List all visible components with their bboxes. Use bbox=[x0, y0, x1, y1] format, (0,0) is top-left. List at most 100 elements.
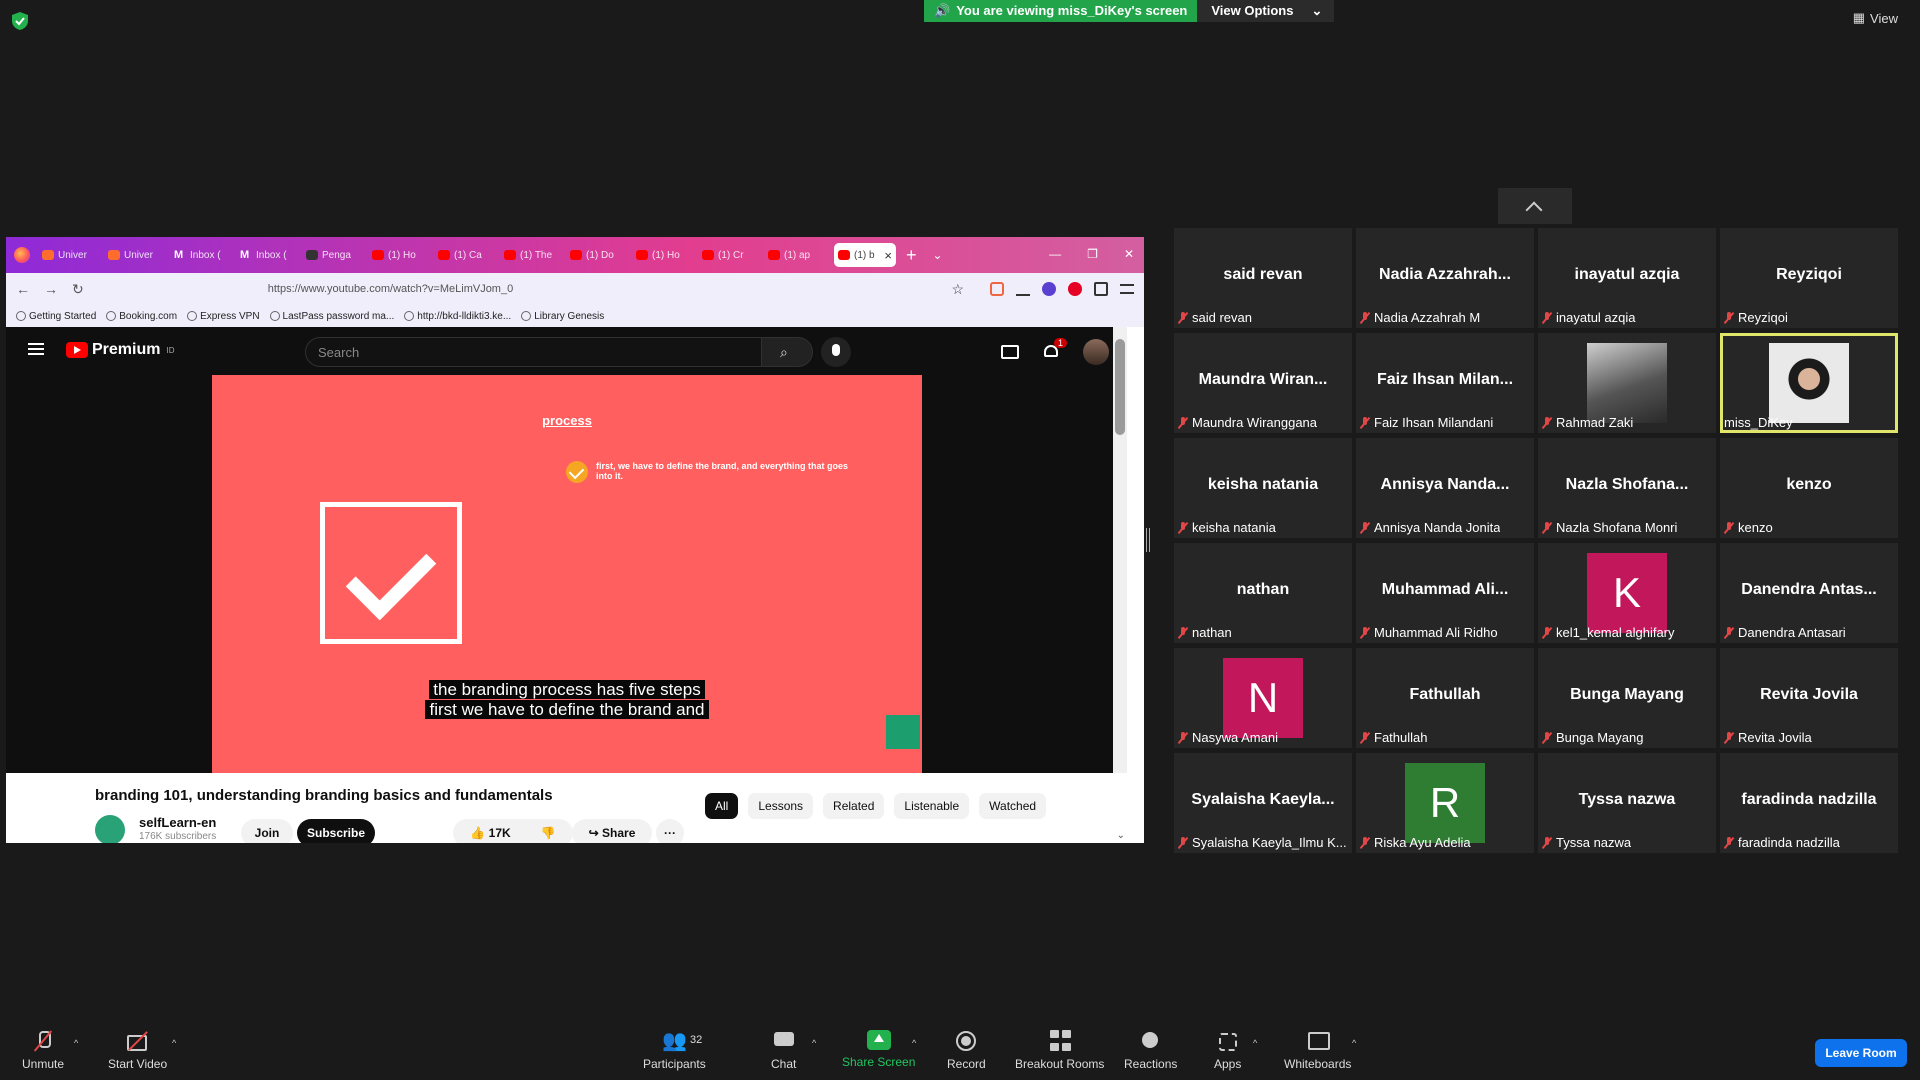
filter-chip[interactable]: Listenable bbox=[894, 793, 970, 819]
apps-options-caret-icon[interactable]: ^ bbox=[1253, 1038, 1257, 1048]
pocket-icon[interactable] bbox=[990, 282, 1004, 296]
chat-button[interactable]: Chat bbox=[771, 1030, 796, 1071]
participant-tile[interactable]: keisha natania keisha natania bbox=[1174, 438, 1352, 538]
close-tab-icon[interactable]: × bbox=[884, 248, 896, 263]
browser-tab[interactable]: Univer bbox=[38, 243, 104, 267]
channel-name[interactable]: selfLearn-en bbox=[139, 815, 216, 830]
notifications-bell-icon[interactable]: 1 bbox=[1043, 338, 1067, 360]
extensions-icon[interactable] bbox=[1094, 282, 1108, 296]
bookmark-item[interactable]: LastPass password ma... bbox=[269, 311, 394, 322]
browser-tab[interactable]: (1) Ho bbox=[632, 243, 698, 267]
page-scrollbar[interactable] bbox=[1113, 327, 1127, 843]
browser-tab[interactable]: (1) ap bbox=[764, 243, 830, 267]
participant-tile[interactable]: N Nasywa Amani bbox=[1174, 648, 1352, 748]
back-icon[interactable]: ← bbox=[16, 281, 30, 297]
like-count[interactable]: 👍 17K bbox=[470, 826, 510, 840]
reactions-button[interactable]: Reactions bbox=[1124, 1030, 1177, 1071]
share-options-caret-icon[interactable]: ^ bbox=[912, 1038, 916, 1048]
thumbs-down-icon[interactable]: 👎 bbox=[541, 826, 556, 840]
participant-tile[interactable]: inayatul azqia inayatul azqia bbox=[1538, 228, 1716, 328]
browser-tab[interactable]: Univer bbox=[104, 243, 170, 267]
download-icon[interactable] bbox=[1016, 282, 1030, 296]
filter-chip[interactable]: All bbox=[705, 793, 739, 819]
participant-tile[interactable]: Annisya Nanda... Annisya Nanda Jonita bbox=[1356, 438, 1534, 538]
filter-chip[interactable]: Watched bbox=[979, 793, 1047, 819]
close-window-icon[interactable]: ✕ bbox=[1124, 247, 1134, 261]
share-screen-button[interactable]: Share Screen bbox=[842, 1030, 915, 1069]
browser-tab[interactable]: M Inbox ( bbox=[170, 243, 236, 267]
participant-tile[interactable]: nathan nathan bbox=[1174, 543, 1352, 643]
more-actions-button[interactable]: ··· bbox=[656, 819, 684, 843]
browser-tab[interactable]: M Inbox ( bbox=[236, 243, 302, 267]
participant-tile[interactable]: Muhammad Ali... Muhammad Ali Ridho bbox=[1356, 543, 1534, 643]
breakout-rooms-button[interactable]: Breakout Rooms bbox=[1015, 1030, 1104, 1071]
bookmark-item[interactable]: Booking.com bbox=[106, 311, 177, 322]
security-shield-icon[interactable] bbox=[12, 12, 28, 30]
participant-tile[interactable]: R Riska Ayu Adelia bbox=[1356, 753, 1534, 853]
voice-search-icon[interactable] bbox=[821, 337, 851, 367]
participant-tile[interactable]: miss_DiKey bbox=[1720, 333, 1898, 433]
browser-tab[interactable]: (1) Do bbox=[566, 243, 632, 267]
participant-tile[interactable]: Syalaisha Kaeyla... Syalaisha Kaeyla_Ilmu… bbox=[1174, 753, 1352, 853]
bookmark-item[interactable]: Getting Started bbox=[16, 311, 96, 322]
profile-d-icon[interactable] bbox=[1042, 282, 1056, 296]
browser-tab[interactable]: (1) Ca bbox=[434, 243, 500, 267]
view-options-button[interactable]: View Options ⌄ bbox=[1197, 0, 1335, 22]
participant-tile[interactable]: Fathullah Fathullah bbox=[1356, 648, 1534, 748]
browser-tab-active[interactable]: (1) b × bbox=[834, 243, 896, 267]
participant-tile[interactable]: faradinda nadzilla faradinda nadzilla bbox=[1720, 753, 1898, 853]
bookmark-item[interactable]: http://bkd-lldikti3.ke... bbox=[404, 311, 511, 322]
browser-tab[interactable]: (1) Ho bbox=[368, 243, 434, 267]
new-tab-icon[interactable]: + bbox=[906, 245, 917, 266]
participant-tile[interactable]: Faiz Ihsan Milan... Faiz Ihsan Milandani bbox=[1356, 333, 1534, 433]
chat-options-caret-icon[interactable]: ^ bbox=[812, 1038, 816, 1048]
video-options-caret-icon[interactable]: ^ bbox=[172, 1038, 176, 1048]
like-dislike-button[interactable]: 👍 17K 👎 bbox=[453, 819, 573, 843]
filter-chip[interactable]: Related bbox=[823, 793, 885, 819]
browser-tab[interactable]: (1) Cr bbox=[698, 243, 764, 267]
panel-splitter[interactable] bbox=[1146, 528, 1150, 552]
participant-tile[interactable]: said revan said revan bbox=[1174, 228, 1352, 328]
search-button[interactable]: ⌕ bbox=[761, 337, 813, 367]
participant-tile[interactable]: Danendra Antas... Danendra Antasari bbox=[1720, 543, 1898, 643]
unmute-button[interactable]: Unmute bbox=[22, 1030, 64, 1071]
forward-icon[interactable]: → bbox=[44, 281, 58, 297]
bookmark-item[interactable]: Express VPN bbox=[187, 311, 260, 322]
bookmark-star-icon[interactable]: ☆ bbox=[951, 281, 964, 298]
participant-tile[interactable]: Maundra Wiran... Maundra Wiranggana bbox=[1174, 333, 1352, 433]
record-button[interactable]: Record bbox=[947, 1030, 986, 1071]
participant-tile[interactable]: Bunga Mayang Bunga Mayang bbox=[1538, 648, 1716, 748]
tab-list-icon[interactable]: ⌄ bbox=[933, 248, 943, 262]
browser-tab[interactable]: (1) The bbox=[500, 243, 566, 267]
menu-icon[interactable] bbox=[1120, 284, 1134, 294]
gallery-page-up-button[interactable] bbox=[1498, 188, 1572, 224]
hamburger-menu-icon[interactable] bbox=[28, 343, 44, 355]
view-button[interactable]: ▦ View bbox=[1853, 10, 1898, 26]
share-button[interactable]: ↪ Share bbox=[572, 819, 652, 843]
participant-tile[interactable]: Nadia Azzahrah... Nadia Azzahrah M bbox=[1356, 228, 1534, 328]
browser-tab[interactable]: Penga bbox=[302, 243, 368, 267]
participant-tile[interactable]: Nazla Shofana... Nazla Shofana Monri bbox=[1538, 438, 1716, 538]
bookmark-item[interactable]: Library Genesis bbox=[521, 311, 604, 322]
create-video-icon[interactable] bbox=[1001, 345, 1019, 359]
whiteboards-button[interactable]: Whiteboards bbox=[1284, 1030, 1351, 1071]
reload-icon[interactable]: ↻ bbox=[72, 281, 84, 298]
participant-tile[interactable]: Revita Jovila Revita Jovila bbox=[1720, 648, 1898, 748]
subscribe-button[interactable]: Subscribe bbox=[297, 819, 375, 843]
participant-tile[interactable]: kenzo kenzo bbox=[1720, 438, 1898, 538]
leave-room-button[interactable]: Leave Room bbox=[1815, 1039, 1907, 1067]
channel-watermark[interactable] bbox=[886, 715, 920, 749]
participant-tile[interactable]: Tyssa nazwa Tyssa nazwa bbox=[1538, 753, 1716, 853]
filter-chip[interactable]: Lessons bbox=[748, 793, 814, 819]
audio-options-caret-icon[interactable]: ^ bbox=[74, 1038, 78, 1048]
pinterest-icon[interactable] bbox=[1068, 282, 1082, 296]
participant-tile[interactable]: Kkel1_kemal alghifary bbox=[1538, 543, 1716, 643]
restore-icon[interactable]: ❐ bbox=[1087, 247, 1098, 261]
participant-tile[interactable]: Rahmad Zaki bbox=[1538, 333, 1716, 433]
join-button[interactable]: Join bbox=[241, 819, 293, 843]
url-field[interactable]: https://www.youtube.com/watch?v=MeLimVJo… bbox=[98, 277, 976, 301]
participant-tile[interactable]: Reyziqoi Reyziqoi bbox=[1720, 228, 1898, 328]
channel-avatar[interactable] bbox=[95, 815, 125, 843]
apps-button[interactable]: Apps bbox=[1214, 1030, 1241, 1071]
scrollbar-thumb[interactable] bbox=[1115, 339, 1125, 435]
